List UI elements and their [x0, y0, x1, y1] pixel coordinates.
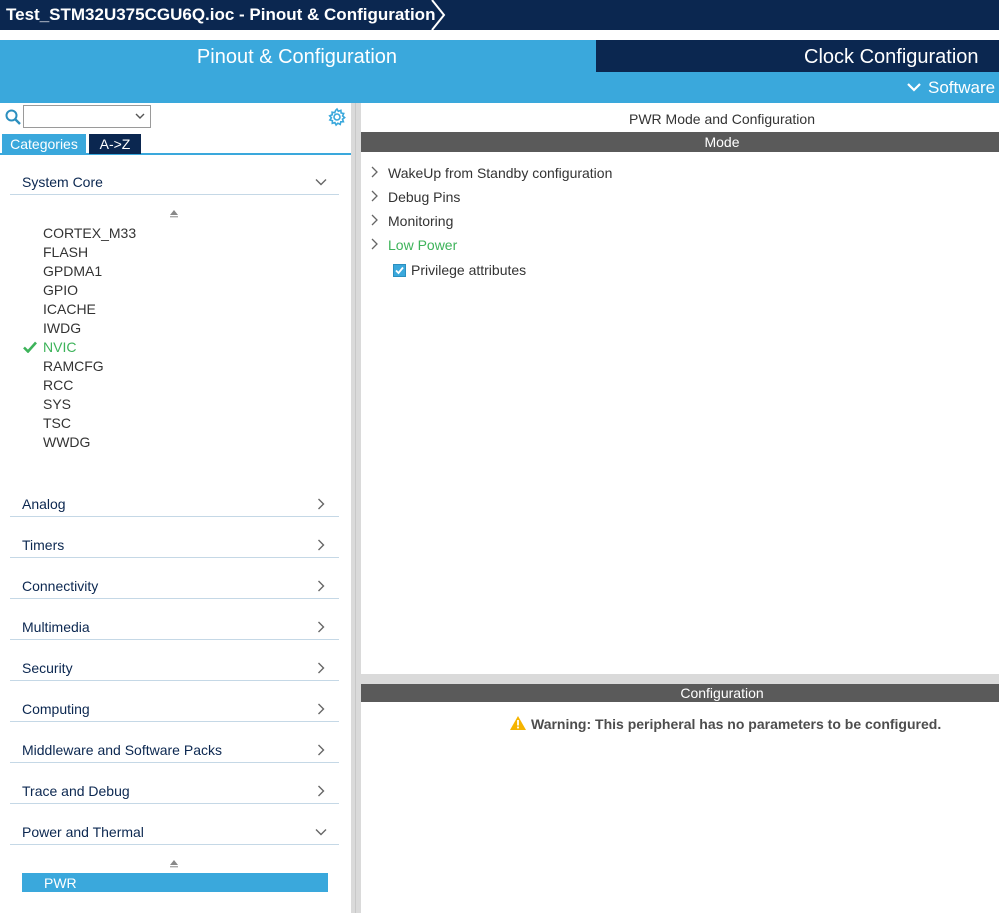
panel-title: PWR Mode and Configuration	[629, 111, 815, 127]
system-core-items: CORTEX_M33 FLASH GPDMA1 GPIO ICACHE IWDG…	[22, 225, 322, 453]
checkbox-label: Privilege attributes	[411, 262, 527, 278]
splitter-line	[355, 103, 356, 913]
tab-clock-configuration[interactable]: Clock Configuration	[596, 40, 999, 72]
category-multimedia[interactable]: Multimedia	[10, 616, 339, 640]
chevron-right-icon	[318, 785, 325, 797]
category-connectivity[interactable]: Connectivity	[10, 575, 339, 599]
list-item-nvic[interactable]: NVIC	[22, 339, 322, 358]
category-security[interactable]: Security	[10, 657, 339, 681]
list-item-sys[interactable]: SYS	[22, 396, 322, 415]
list-item-iwdg[interactable]: IWDG	[22, 320, 322, 339]
chevron-right-icon	[318, 744, 325, 756]
list-item-flash[interactable]: FLASH	[22, 244, 322, 263]
tab-pinout-configuration[interactable]: Pinout & Configuration	[0, 40, 594, 72]
list-item-wwdg[interactable]: WWDG	[22, 434, 322, 453]
category-label: System Core	[22, 174, 103, 190]
category-middleware[interactable]: Middleware and Software Packs	[10, 739, 339, 763]
list-item-icache[interactable]: ICACHE	[22, 301, 322, 320]
list-item-rcc[interactable]: RCC	[22, 377, 322, 396]
main-tabs: Pinout & Configuration Clock Configurati…	[0, 40, 999, 72]
category-timers[interactable]: Timers	[10, 534, 339, 558]
check-icon	[23, 341, 37, 353]
chevron-right-icon	[318, 703, 325, 715]
chevron-right-icon	[371, 238, 378, 250]
chevron-right-icon	[318, 621, 325, 633]
view-tabs: Categories A->Z	[0, 134, 351, 155]
chevron-down-icon	[315, 829, 327, 836]
breadcrumb: Test_STM32U375CGU6Q.ioc - Pinout & Confi…	[0, 0, 999, 30]
chevron-down-icon	[135, 113, 145, 119]
mode-tree: WakeUp from Standby configuration Debug …	[361, 152, 999, 672]
panel-splitter[interactable]	[351, 103, 361, 913]
category-trace-debug[interactable]: Trace and Debug	[10, 780, 339, 804]
chevron-right-icon	[371, 190, 378, 202]
warning-icon	[510, 716, 526, 730]
list-item-ramcfg[interactable]: RAMCFG	[22, 358, 322, 377]
chevron-right-icon	[318, 580, 325, 592]
list-item-tsc[interactable]: TSC	[22, 415, 322, 434]
scroll-up-icon[interactable]	[169, 208, 179, 218]
tab-a-to-z[interactable]: A->Z	[89, 134, 141, 154]
list-item-gpio[interactable]: GPIO	[22, 282, 322, 301]
software-label: Software	[928, 78, 996, 97]
chevron-right-icon	[371, 214, 378, 226]
list-item-gpdma1[interactable]: GPDMA1	[22, 263, 322, 282]
list-item-cortex-m33[interactable]: CORTEX_M33	[22, 225, 322, 244]
check-icon	[395, 266, 404, 275]
category-system-core[interactable]: System Core	[10, 171, 339, 195]
search-icon[interactable]	[5, 109, 21, 125]
chevron-right-icon	[318, 498, 325, 510]
app-root: Test_STM32U375CGU6Q.ioc - Pinout & Confi…	[0, 0, 999, 913]
chevron-down-icon	[315, 179, 327, 186]
category-computing[interactable]: Computing	[10, 698, 339, 722]
privilege-attributes-checkbox[interactable]	[393, 264, 406, 277]
breadcrumb-arrow-icon	[431, 0, 452, 30]
gear-icon[interactable]	[327, 107, 347, 127]
sub-tabs: Software	[0, 72, 999, 103]
category-power-thermal[interactable]: Power and Thermal	[10, 821, 339, 845]
mode-header: Mode	[361, 132, 999, 152]
scroll-up-icon[interactable]	[169, 858, 179, 868]
search-combobox[interactable]	[23, 105, 151, 128]
categories-panel: Categories A->Z System Core CORTEX_M33 F…	[0, 103, 351, 913]
title-bar: Test_STM32U375CGU6Q.ioc - Pinout & Confi…	[0, 0, 999, 30]
mode-configuration-panel: PWR Mode and Configuration Mode WakeUp f…	[361, 103, 999, 913]
chevron-right-icon	[371, 166, 378, 178]
list-item-pwr[interactable]: PWR	[22, 873, 328, 892]
chevron-right-icon	[318, 539, 325, 551]
warning-text: Warning: This peripheral has no paramete…	[531, 716, 942, 732]
tab-categories[interactable]: Categories	[2, 134, 86, 154]
section-splitter[interactable]	[361, 674, 999, 684]
list-item-label: PWR	[44, 875, 77, 891]
chevron-right-icon	[318, 662, 325, 674]
chevron-down-icon	[907, 83, 921, 92]
window-title: Test_STM32U375CGU6Q.ioc - Pinout & Confi…	[6, 5, 436, 24]
software-packs-menu[interactable]: Software	[906, 78, 995, 98]
configuration-header: Configuration	[361, 684, 999, 702]
category-analog[interactable]: Analog	[10, 493, 339, 517]
